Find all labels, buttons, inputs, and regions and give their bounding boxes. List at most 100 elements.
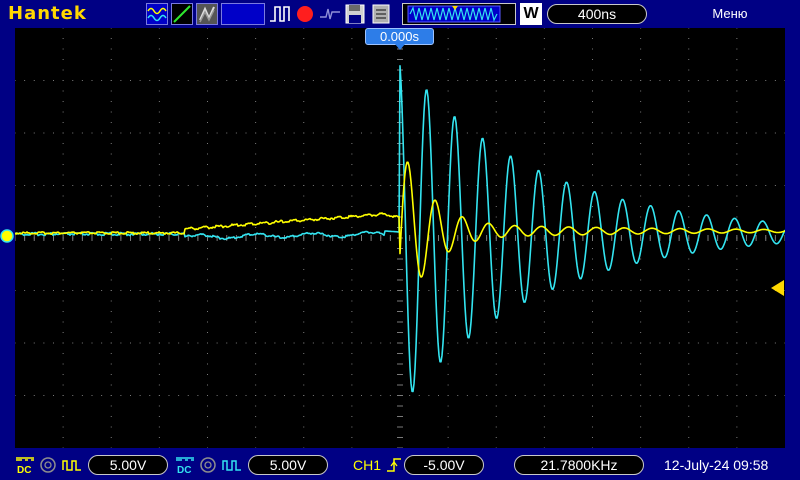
grid-dot — [592, 290, 593, 291]
grid-dot — [351, 101, 353, 102]
grid-dot — [543, 90, 545, 92]
grid-dot — [255, 269, 257, 270]
ch1-bandwidth-limit-icon[interactable] — [38, 455, 58, 475]
trigger-slope-icon[interactable] — [318, 3, 342, 25]
grid-dot — [303, 447, 305, 449]
grid-dot — [688, 353, 690, 354]
grid-dot — [110, 132, 112, 134]
grid-dot — [592, 363, 593, 365]
grid-dot — [255, 143, 257, 144]
grid-dot — [543, 353, 545, 354]
grid-dot — [293, 395, 295, 396]
grid-dot — [697, 290, 699, 291]
grid-dot — [736, 90, 738, 92]
persistence-icon[interactable] — [196, 3, 218, 25]
channel-ground-marker-icon[interactable] — [0, 229, 14, 243]
grid-dot — [284, 342, 285, 344]
grid-dot — [630, 80, 632, 81]
timebase-readout[interactable]: 400ns — [547, 4, 647, 24]
file-list-icon[interactable] — [370, 3, 392, 25]
ch2-dc-coupling-icon[interactable]: DC — [174, 455, 196, 475]
grid-dot — [447, 38, 449, 39]
grid-dot — [312, 290, 314, 291]
save-icon[interactable] — [344, 3, 366, 25]
grid-dot — [264, 290, 266, 291]
grid-dot — [736, 405, 738, 407]
acquire-mode-badge[interactable]: W — [520, 3, 542, 25]
grid-dot — [563, 290, 565, 291]
grid-dot — [158, 164, 160, 165]
ch1-probe-mode-icon[interactable] — [61, 455, 83, 475]
ch1-dc-coupling-icon[interactable]: DC — [14, 455, 36, 475]
waveform-view-icon[interactable] — [146, 3, 168, 25]
grid-dot — [149, 80, 151, 81]
grid-dot — [640, 216, 642, 218]
grid-dot — [110, 185, 112, 186]
grid-dot — [582, 80, 584, 81]
grid-dot — [33, 132, 35, 134]
record-icon[interactable] — [294, 3, 316, 25]
ch1-volts-per-div[interactable]: 5.00V — [88, 455, 168, 475]
rising-edge-icon[interactable] — [385, 455, 403, 475]
grid-dot — [428, 185, 430, 186]
grid-dot — [543, 69, 545, 71]
ch2-volts-per-div[interactable]: 5.00V — [248, 455, 328, 475]
grid-dot — [264, 395, 266, 396]
grid-dot — [351, 143, 353, 144]
grid-dot — [255, 90, 257, 92]
grid-dot — [736, 437, 738, 438]
grid-dot — [91, 132, 93, 134]
grid-dot — [418, 80, 420, 81]
ch2-probe-mode-icon[interactable] — [221, 455, 243, 475]
menu-button[interactable]: Меню — [700, 6, 760, 21]
grid-dot — [62, 90, 64, 92]
trigger-level-marker-icon[interactable] — [770, 280, 785, 296]
grid-dot — [736, 216, 738, 218]
pulse-trigger-icon[interactable] — [268, 3, 292, 25]
trigger-time-position[interactable]: 0.000s — [365, 28, 434, 45]
grid-dot — [447, 290, 449, 291]
grid-dot — [158, 195, 160, 197]
grid-dot — [255, 59, 257, 60]
trigger-level[interactable]: -5.00V — [404, 455, 484, 475]
grid-dot — [640, 405, 642, 407]
grid-dot — [553, 290, 555, 291]
grid-dot — [457, 290, 459, 291]
grid-dot — [62, 59, 64, 60]
grid-dot — [746, 132, 747, 134]
grid-dot — [688, 90, 690, 92]
grid-dot — [447, 27, 449, 29]
grid-dot — [447, 353, 449, 354]
grid-dot — [303, 321, 305, 323]
ramp-icon[interactable] — [171, 3, 193, 25]
grid-dot — [303, 416, 305, 417]
grid-dot — [303, 279, 305, 281]
grid-dot — [62, 437, 64, 438]
grid-dot — [543, 395, 545, 396]
grid-dot — [611, 395, 613, 396]
grid-dot — [418, 342, 420, 344]
grid-dot — [110, 195, 112, 197]
grid-dot — [255, 258, 257, 260]
grid-dot — [62, 311, 64, 312]
grid-dot — [110, 248, 112, 249]
grid-dot — [582, 395, 584, 396]
grid-dot — [303, 143, 305, 144]
grid-dot — [736, 101, 738, 102]
grid-dot — [130, 342, 131, 344]
grid-dot — [158, 90, 160, 92]
grid-dot — [207, 416, 208, 417]
grid-dot — [303, 332, 305, 333]
grid-dot — [389, 132, 391, 134]
grid-dot — [207, 195, 208, 197]
grid-dot — [746, 80, 747, 81]
grid-dot — [447, 59, 449, 60]
trigger-source[interactable]: CH1 — [353, 457, 381, 473]
grid-dot — [447, 258, 449, 260]
grid-dot — [592, 185, 593, 186]
ch2-bandwidth-limit-icon[interactable] — [198, 455, 218, 475]
grid-dot — [572, 132, 574, 134]
grid-dot — [495, 164, 497, 165]
grid-dot — [592, 59, 593, 60]
grid-dot — [72, 395, 74, 396]
